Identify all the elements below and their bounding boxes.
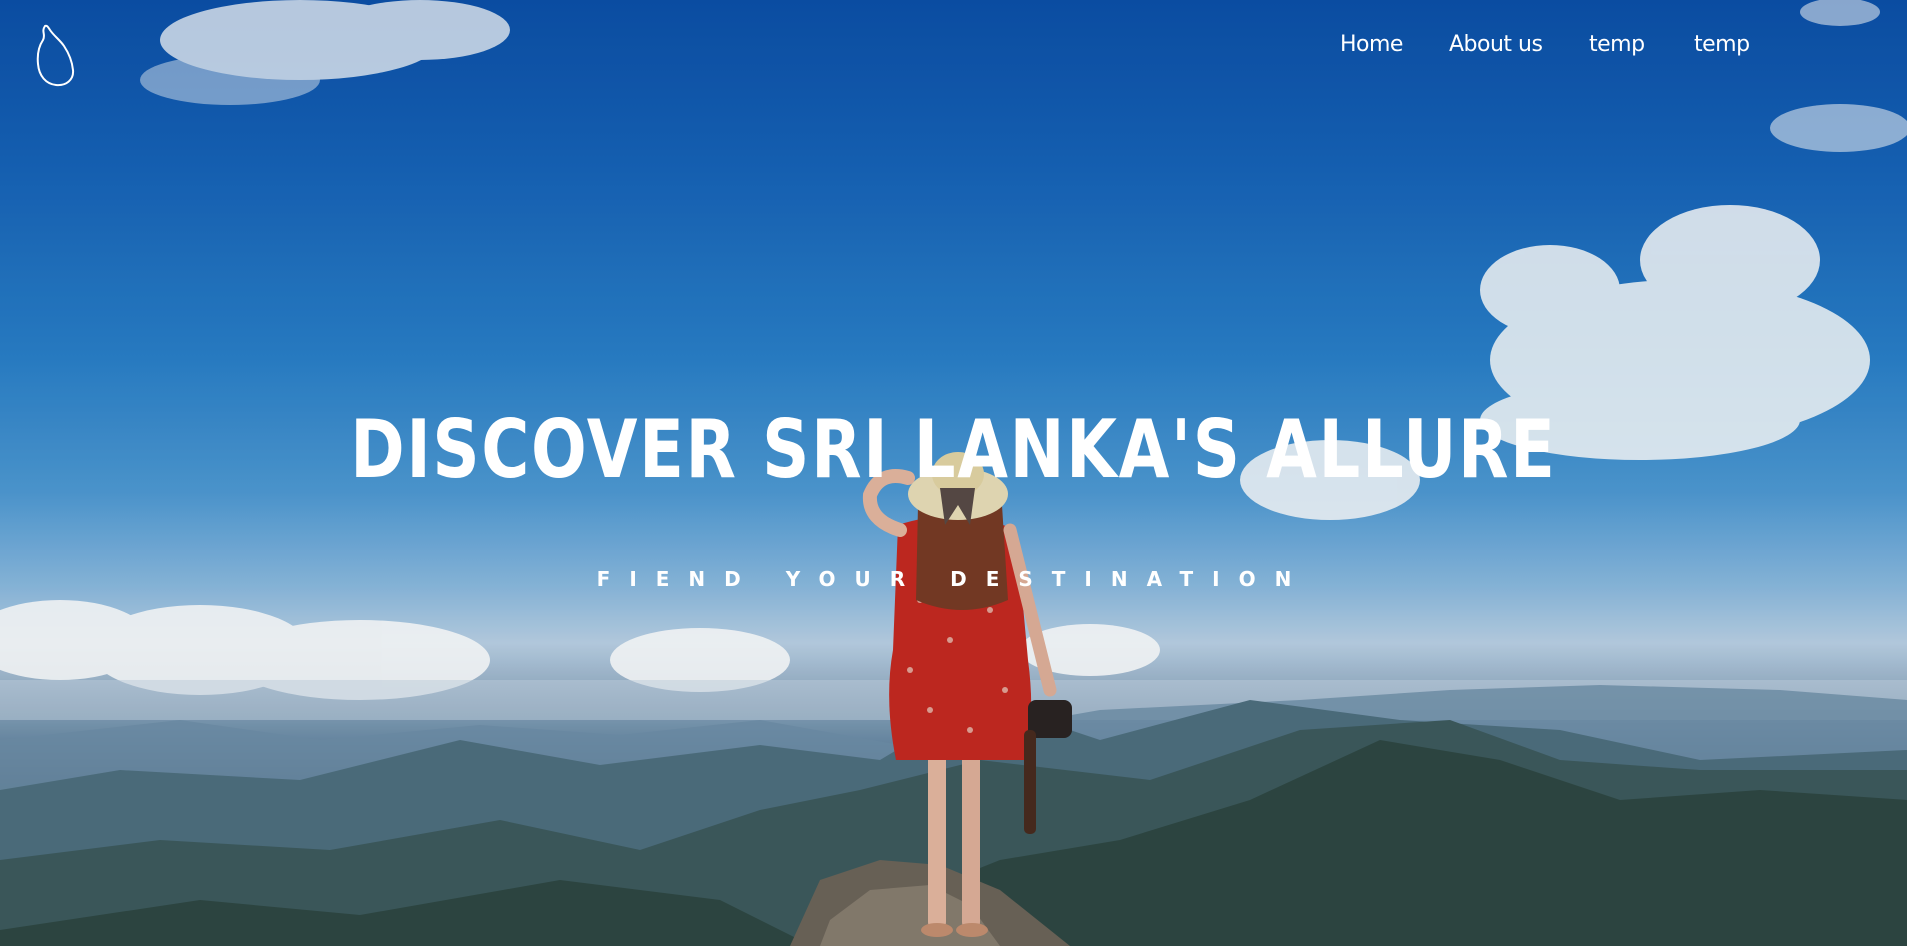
- nav-link-temp-2[interactable]: temp: [1694, 28, 1750, 62]
- nav-link-temp-1[interactable]: temp: [1589, 28, 1645, 62]
- sri-lanka-outline-icon[interactable]: [36, 24, 78, 88]
- hero-section: Home About us temp temp DISCOVER SRI LAN…: [0, 0, 1907, 946]
- hero-subtitle: FIEND YOUR DESTINATION: [596, 567, 1311, 591]
- nav-link-about-us[interactable]: About us: [1449, 28, 1543, 62]
- main-nav: Home About us temp temp: [1320, 28, 1760, 62]
- hero-title: DISCOVER SRI LANKA'S ALLURE: [350, 403, 1557, 496]
- nav-link-home[interactable]: Home: [1340, 28, 1403, 62]
